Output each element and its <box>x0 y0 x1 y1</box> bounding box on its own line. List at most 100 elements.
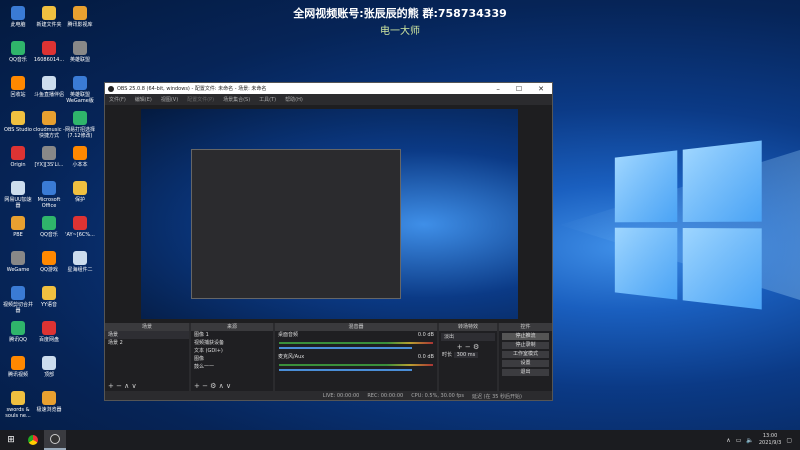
volume-slider[interactable] <box>279 369 412 371</box>
studio-mode-button[interactable]: 工作室模式 <box>502 351 549 358</box>
app-icon <box>42 181 56 195</box>
scene-toolbar[interactable]: + − ∧ ∨ <box>108 382 137 390</box>
transition-toolbar[interactable]: + − ⚙ <box>439 343 497 351</box>
desktop-icon-label: QQ音乐 <box>9 57 27 63</box>
menu-tools[interactable]: 工具(T) <box>259 96 276 103</box>
app-icon <box>42 6 56 20</box>
desktop-icon[interactable]: 视频剪切合并器 <box>2 286 34 314</box>
desktop-icon[interactable]: 星海组件二 <box>64 251 96 273</box>
desktop-icon[interactable]: QQ游戏 <box>33 251 65 273</box>
scene-item[interactable]: 场景 2 <box>105 339 189 347</box>
desktop-icon[interactable]: [YX][3S'Li... <box>33 146 65 168</box>
app-icon <box>42 356 56 370</box>
desktop-icon-label: 极速浏览器 <box>36 407 62 413</box>
system-tray: ∧ ▭ 🔈 13:00 2021/9/3 ▢ <box>726 433 800 447</box>
stop-streaming-button[interactable]: 停止推流 <box>502 333 549 340</box>
desktop-icon[interactable]: OBS Studio <box>2 111 34 133</box>
source-toolbar[interactable]: + − ⚙ ∧ ∨ <box>194 382 232 390</box>
desktop-icon[interactable]: YY语音 <box>33 286 65 308</box>
desktop-icon[interactable]: 16086014... <box>33 41 65 63</box>
desktop-icon[interactable]: 网易打招选择 (7.12修改) <box>64 111 96 139</box>
tray-chevron-icon[interactable]: ∧ <box>726 437 730 444</box>
app-icon <box>73 111 87 125</box>
desktop-icon[interactable]: 小本本 <box>64 146 96 168</box>
desktop-icon[interactable]: PBE <box>2 216 34 238</box>
source-item[interactable]: 图像 <box>191 355 273 363</box>
app-icon <box>11 41 25 55</box>
desktop-icon[interactable]: 回收站 <box>2 76 34 98</box>
desktop-icon[interactable]: Origin <box>2 146 34 168</box>
desktop-icon[interactable]: WeGame <box>2 251 34 273</box>
desktop-icon-label: Origin <box>10 162 26 168</box>
menu-edit[interactable]: 编辑(E) <box>135 96 152 103</box>
chrome-taskbar-icon[interactable] <box>22 430 44 450</box>
preview-canvas[interactable] <box>105 105 552 323</box>
volume-icon[interactable]: 🔈 <box>746 437 753 444</box>
desktop-icon[interactable]: swords & souls ne... <box>2 391 34 419</box>
desktop-icon-label: 星海组件二 <box>67 267 93 273</box>
transition-select[interactable]: 淡出 <box>441 333 495 341</box>
banner-title: 全网视频账号:张辰辰的熊 群:758734339 <box>293 7 507 20</box>
desktop-icon[interactable]: QQ音乐 <box>33 216 65 238</box>
desktop-icon[interactable]: 百度网盘 <box>33 321 65 343</box>
menu-file[interactable]: 文件(F) <box>109 96 126 103</box>
desktop-icon-label: 腾讯QQ <box>9 337 27 343</box>
menu-profile[interactable]: 配置文件(P) <box>187 96 214 103</box>
desktop-icon[interactable]: 新建文件夹 <box>33 6 65 28</box>
desktop-icon-label: 'AY~[6C%... <box>65 232 95 238</box>
scene-item[interactable]: 场景 <box>105 331 189 339</box>
desktop-icon[interactable]: 腾讯视频 <box>2 356 34 378</box>
app-icon <box>42 286 56 300</box>
stop-recording-button[interactable]: 停止录制 <box>502 342 549 349</box>
scenes-dock: 场景 场景 场景 2 + − ∧ ∨ <box>105 323 189 391</box>
settings-button[interactable]: 设置 <box>502 360 549 367</box>
clock[interactable]: 13:00 2021/9/3 <box>759 433 781 447</box>
desktop-icon[interactable]: 英雄联盟 WeGame版 <box>64 76 96 104</box>
menu-help[interactable]: 帮助(H) <box>285 96 303 103</box>
desktop-icon[interactable]: Microsoft Office <box>33 181 65 209</box>
desktop-icon[interactable]: 此电脑 <box>2 6 34 28</box>
desktop-icon-label: QQ游戏 <box>40 267 58 273</box>
app-icon <box>11 216 25 230</box>
desktop-icon[interactable]: 'AY~[6C%... <box>64 216 96 238</box>
source-item[interactable]: 视频捕获设备 <box>191 339 273 347</box>
source-item[interactable]: 文本 (GDI+) <box>191 347 273 355</box>
exit-button[interactable]: 退出 <box>502 369 549 376</box>
desktop-icon-label: 回收站 <box>10 92 26 98</box>
app-icon <box>11 251 25 265</box>
menu-scene-collection[interactable]: 场景集合(S) <box>223 96 250 103</box>
start-button[interactable]: ⊞ <box>0 430 22 450</box>
desktop-icon[interactable]: 保护 <box>64 181 96 203</box>
menu-view[interactable]: 视图(V) <box>161 96 178 103</box>
source-item[interactable]: 鼓么一一 <box>191 363 273 371</box>
close-button[interactable]: ✕ <box>538 85 544 93</box>
desktop-icon-label: WeGame <box>6 267 30 273</box>
desktop-icon[interactable]: QQ音乐 <box>2 41 34 63</box>
network-icon[interactable]: ▭ <box>736 437 742 444</box>
app-icon <box>73 76 87 90</box>
desktop-icon[interactable]: cloudmusic - 快捷方式 <box>33 111 65 139</box>
desktop-icon[interactable]: 顶部 <box>33 356 65 378</box>
desktop-icon[interactable]: 英雄联盟 <box>64 41 96 63</box>
minimize-button[interactable]: – <box>496 85 500 93</box>
desktop-icon[interactable]: 腾讯影视库 <box>64 6 96 28</box>
desktop-icon-label: 英雄联盟 WeGame版 <box>66 92 94 104</box>
desktop-icon[interactable]: 极速浏览器 <box>33 391 65 413</box>
desktop-icon-label: 新建文件夹 <box>36 22 62 28</box>
app-icon <box>11 286 25 300</box>
desktop-icon[interactable]: 斗鱼直播伴侣 <box>33 76 65 98</box>
transitions-header: 转场特效 <box>439 323 497 331</box>
desktop-icon[interactable]: 腾讯QQ <box>2 321 34 343</box>
source-item[interactable]: 图像 1 <box>191 331 273 339</box>
maximize-button[interactable]: ☐ <box>516 85 522 93</box>
desktop-icon[interactable]: 网易UU加速器 <box>2 181 34 209</box>
notification-icon[interactable]: ▢ <box>786 437 792 444</box>
volume-slider[interactable] <box>279 347 412 349</box>
window-title: OBS 25.0.8 (64-bit, windows) - 配置文件: 未命名… <box>117 86 267 92</box>
delay-status: 延迟 (在 35 秒后开始) <box>471 393 522 400</box>
channel-name: 麦克风/Aux <box>278 354 305 360</box>
mixer-dock: 混音器 桌面音频 0.0 dB 麦克风/Aux 0.0 dB <box>275 323 437 391</box>
obs-taskbar-icon[interactable] <box>44 430 66 450</box>
duration-input[interactable]: 300 ms <box>453 352 479 358</box>
app-icon <box>42 146 56 160</box>
